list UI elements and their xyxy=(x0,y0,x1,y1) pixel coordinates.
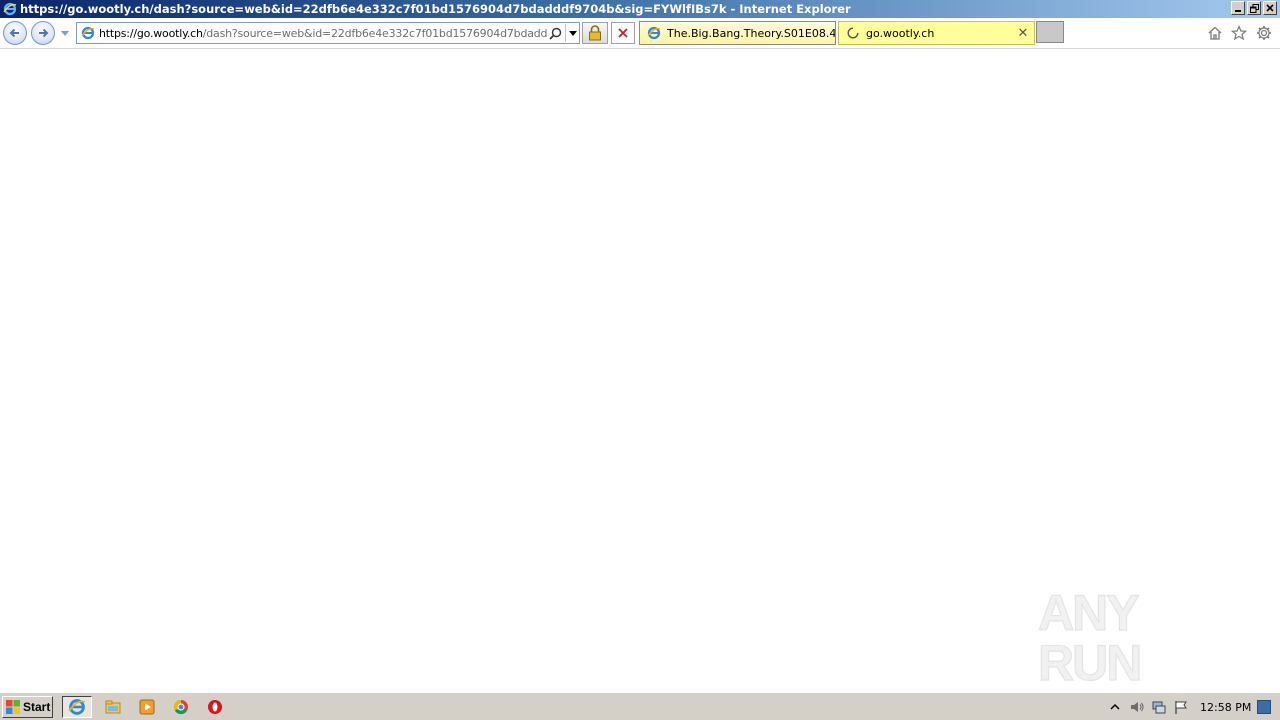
forward-button[interactable] xyxy=(31,21,55,45)
search-icon[interactable] xyxy=(547,25,563,41)
media-player-icon[interactable] xyxy=(132,696,162,718)
stop-button[interactable] xyxy=(611,22,635,44)
window-title: https://go.wootly.ch/dash?source=web&id=… xyxy=(20,2,851,16)
start-label: Start xyxy=(23,700,51,714)
tab-big-bang-theory[interactable]: The.Big.Bang.Theory.S01E08.4... xyxy=(639,21,836,45)
address-bar[interactable]: https://go.wootly.ch/dash?source=web&id=… xyxy=(76,22,580,44)
navigation-bar: https://go.wootly.ch/dash?source=web&id=… xyxy=(0,18,1280,49)
watermark-text: ANY RUN xyxy=(1037,585,1143,691)
tray-expand-icon[interactable] xyxy=(1106,698,1124,716)
tab-go-wootly[interactable]: go.wootly.ch ✕ xyxy=(838,21,1035,45)
close-icon[interactable] xyxy=(1263,1,1277,15)
file-explorer-icon[interactable] xyxy=(98,696,128,718)
anyrun-watermark: ANY RUN xyxy=(1037,587,1238,688)
url-text[interactable]: https://go.wootly.ch/dash?source=web&id=… xyxy=(99,27,547,40)
url-path: /dash?source=web&id=22dfb6e4e332c7f01bd1… xyxy=(202,26,547,40)
security-lock-button[interactable] xyxy=(582,22,608,44)
lock-icon xyxy=(589,25,601,41)
minimize-icon[interactable] xyxy=(1231,1,1245,15)
ie-logo-icon xyxy=(2,1,18,17)
new-tab-button[interactable] xyxy=(1036,21,1064,43)
taskbar: Start 12:58 PM xyxy=(0,692,1280,720)
taskbar-clock[interactable]: 12:58 PM xyxy=(1200,701,1251,714)
back-button[interactable] xyxy=(3,21,27,45)
favorites-star-icon[interactable] xyxy=(1230,24,1248,42)
tab-label: go.wootly.ch xyxy=(866,26,935,40)
ie-logo-icon xyxy=(80,25,96,41)
internet-explorer-icon[interactable] xyxy=(62,696,92,718)
system-tray: 12:58 PM xyxy=(1106,696,1280,718)
chrome-icon[interactable] xyxy=(166,696,196,718)
gear-icon[interactable] xyxy=(1255,24,1273,42)
show-desktop-button[interactable] xyxy=(1257,700,1272,714)
back-arrow-icon xyxy=(9,28,19,38)
window-title-bar[interactable]: https://go.wootly.ch/dash?source=web&id=… xyxy=(0,0,1280,18)
url-domain: go.wootly.ch xyxy=(136,26,203,40)
stop-icon xyxy=(618,28,628,38)
home-icon[interactable] xyxy=(1206,24,1224,42)
volume-icon[interactable] xyxy=(1128,698,1146,716)
opera-icon[interactable] xyxy=(200,696,230,718)
history-dropdown-icon[interactable] xyxy=(60,28,70,38)
address-dropdown-icon[interactable] xyxy=(565,24,579,42)
url-prefix: https:// xyxy=(99,26,137,40)
action-center-flag-icon[interactable] xyxy=(1172,698,1190,716)
loading-icon xyxy=(845,25,861,41)
restore-icon[interactable] xyxy=(1247,1,1261,15)
forward-arrow-icon xyxy=(39,28,49,38)
ie-logo-icon xyxy=(646,25,662,41)
close-tab-icon[interactable]: ✕ xyxy=(1016,26,1030,41)
windows-logo-icon xyxy=(5,699,21,715)
network-icon[interactable] xyxy=(1150,698,1168,716)
start-button[interactable]: Start xyxy=(2,696,53,718)
window-controls xyxy=(1231,1,1277,15)
tab-label: The.Big.Bang.Theory.S01E08.4... xyxy=(667,26,835,40)
